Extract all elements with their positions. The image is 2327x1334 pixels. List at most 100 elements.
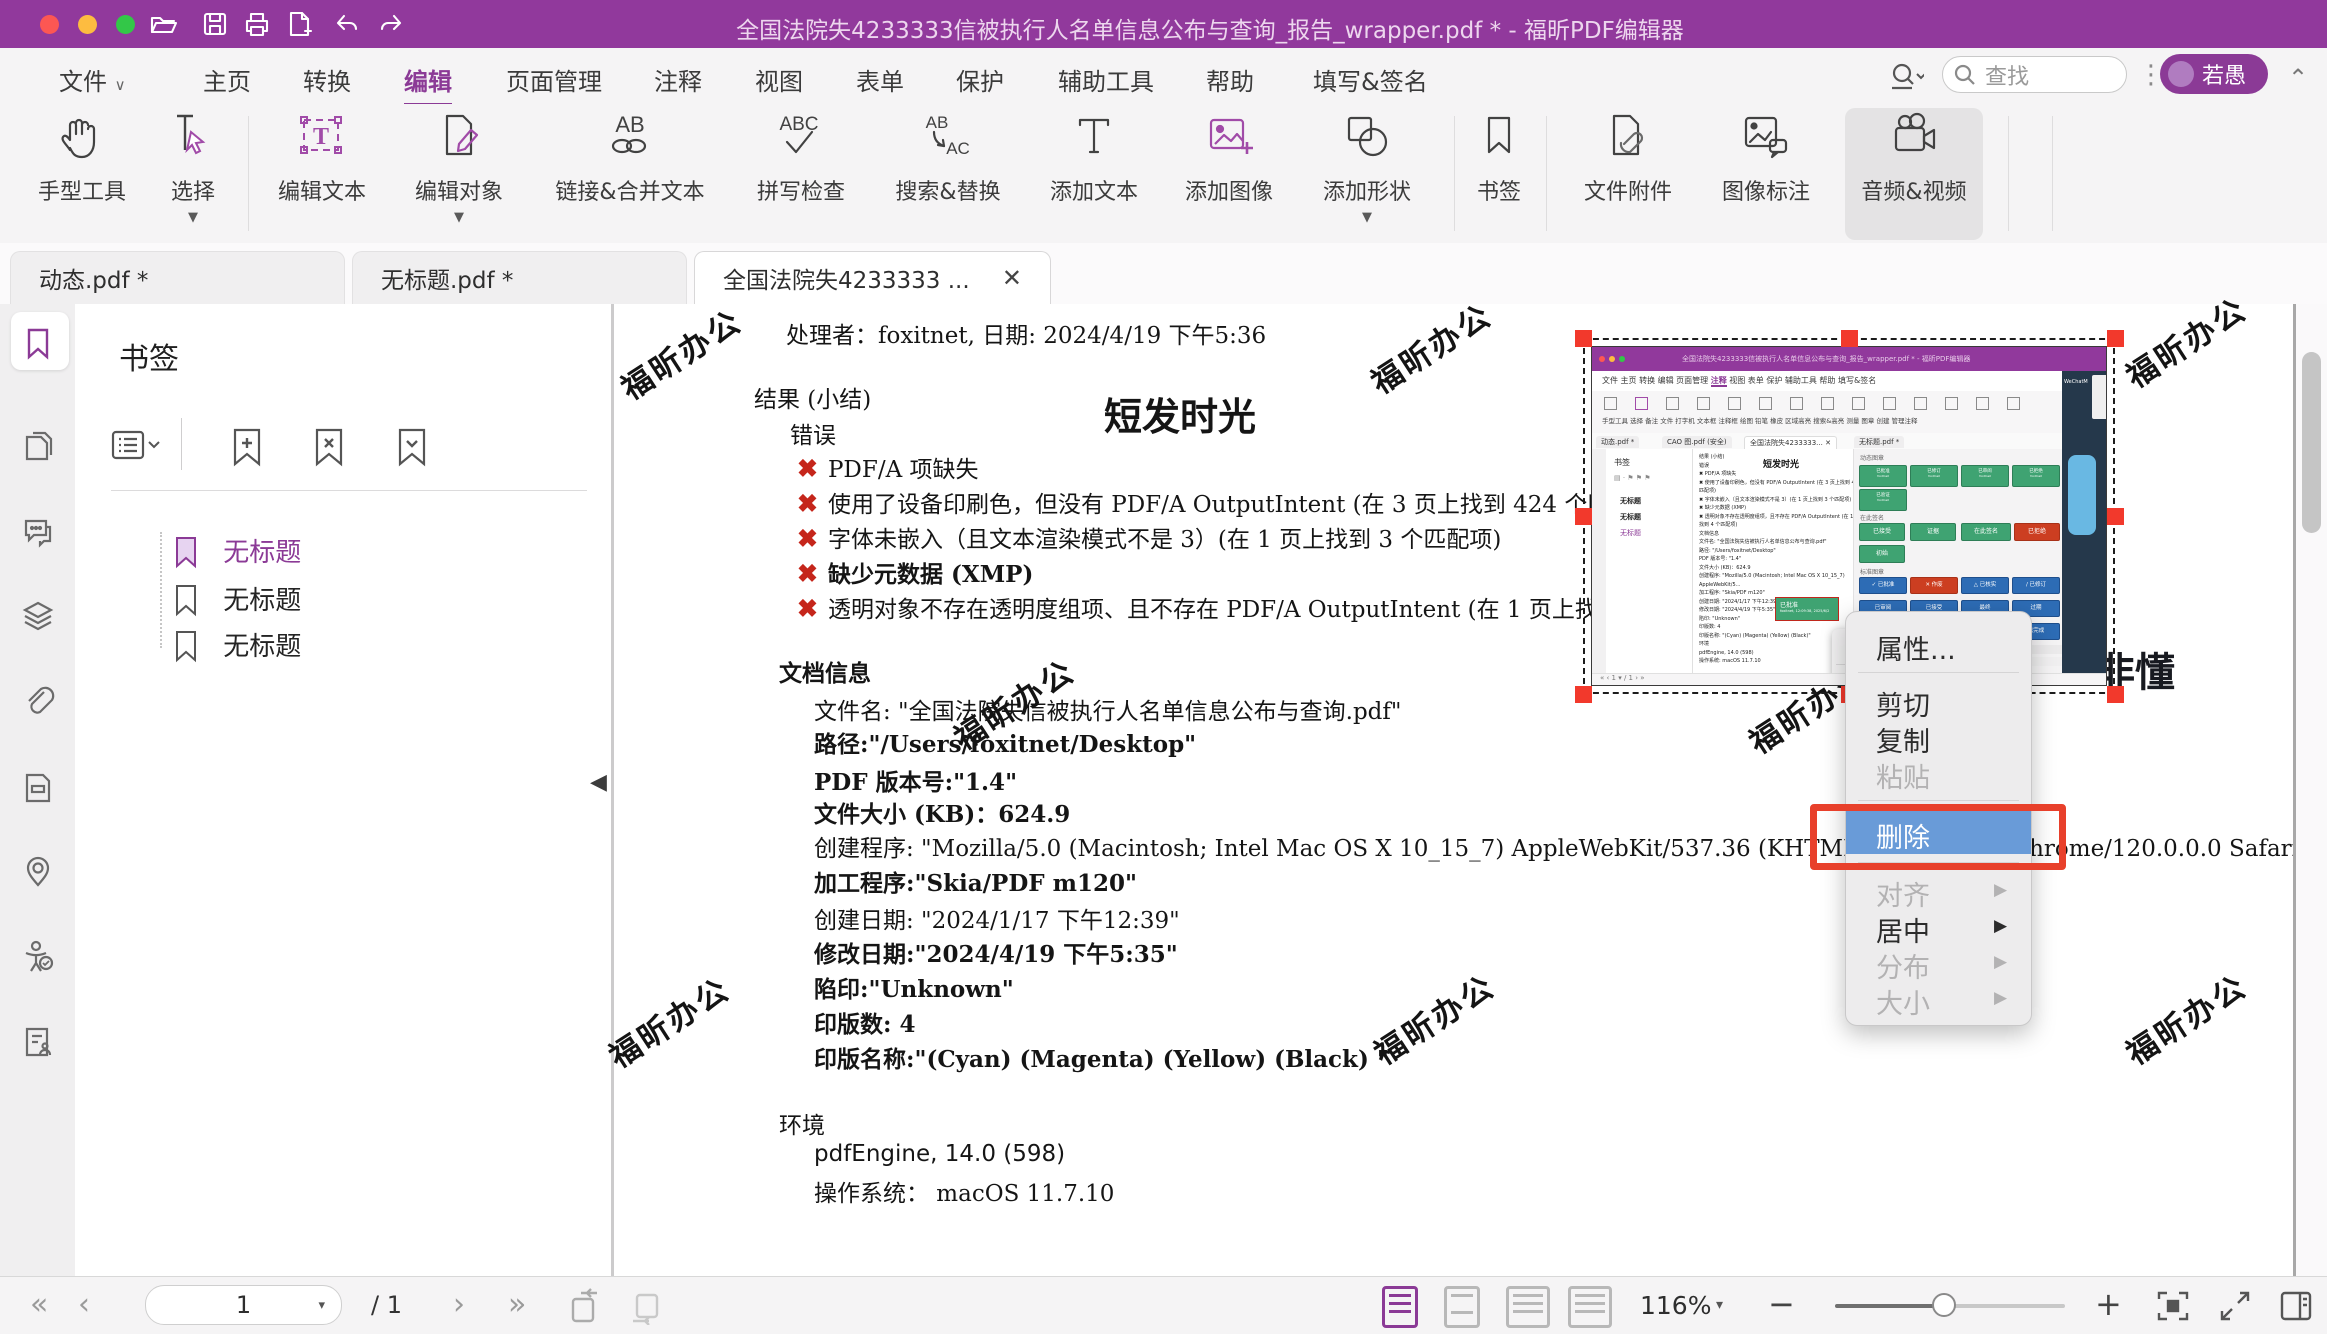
image-annotation-button[interactable]: 图像标注 xyxy=(1701,110,1831,206)
selection-handle-mid-left[interactable] xyxy=(1575,508,1592,525)
context-item-paste[interactable]: 粘贴 xyxy=(1876,756,1930,795)
edit-text-button[interactable]: T 编辑文本 xyxy=(257,110,387,206)
menu-help[interactable]: 帮助 xyxy=(1206,62,1254,97)
menu-home[interactable]: 主页 xyxy=(203,62,251,97)
add-shape-dropdown-arrow[interactable]: ▼ xyxy=(1302,210,1432,225)
prev-page-button[interactable]: ‹ xyxy=(78,1287,90,1322)
collapse-panel-arrow[interactable]: ◀ xyxy=(590,770,607,795)
spell-check-button[interactable]: ABC 拼写检查 xyxy=(736,110,866,206)
first-page-button[interactable]: « xyxy=(30,1287,48,1322)
side-panel-icon[interactable] xyxy=(2278,1289,2314,1323)
zoom-percentage[interactable]: 116% xyxy=(1640,1291,1711,1320)
close-window-button[interactable] xyxy=(40,15,59,34)
search-input-box[interactable]: 查找 xyxy=(1942,56,2127,93)
undo-icon[interactable] xyxy=(330,9,360,39)
bookmark-item-3[interactable]: 无标题 xyxy=(171,626,301,663)
bookmark-item-2[interactable]: 无标题 xyxy=(171,580,301,617)
next-page-button[interactable]: › xyxy=(453,1287,465,1322)
selection-handle-top-left[interactable] xyxy=(1575,330,1592,347)
sidebar-signature-icon[interactable] xyxy=(20,1024,56,1060)
redo-icon[interactable] xyxy=(376,9,406,39)
view-continuous-icon[interactable] xyxy=(1382,1286,1418,1328)
menu-view[interactable]: 视图 xyxy=(755,62,803,97)
zoom-in-button[interactable]: + xyxy=(2095,1285,2122,1323)
bookmark-list-options-icon[interactable] xyxy=(111,426,163,466)
add-shape-button[interactable]: 添加形状 ▼ xyxy=(1302,110,1432,225)
tab-dongtai[interactable]: 动态.pdf * xyxy=(10,251,345,304)
context-item-properties[interactable]: 属性... xyxy=(1876,628,1956,667)
select-tool-button[interactable]: 选择 ▼ xyxy=(128,110,258,225)
sidebar-accessibility-icon[interactable] xyxy=(20,939,56,975)
sidebar-pages-icon[interactable] xyxy=(20,428,56,464)
bookmark-tool-button[interactable]: 书签 xyxy=(1434,110,1564,206)
context-item-center[interactable]: 居中 xyxy=(1876,910,1930,949)
select-dropdown-arrow[interactable]: ▼ xyxy=(128,210,258,225)
selection-handle-mid-right[interactable] xyxy=(2107,508,2124,525)
menu-fill-sign[interactable]: 填写&签名 xyxy=(1313,62,1428,97)
print-icon[interactable] xyxy=(242,9,272,39)
selection-handle-bottom-right[interactable] xyxy=(2107,686,2124,703)
menu-page-manage[interactable]: 页面管理 xyxy=(506,62,602,97)
fit-page-icon[interactable] xyxy=(2155,1289,2191,1323)
zoom-dropdown-arrow[interactable]: ▾ xyxy=(1716,1297,1723,1313)
zoom-slider-track-left[interactable] xyxy=(1835,1304,1945,1308)
fullscreen-icon[interactable] xyxy=(2218,1289,2254,1323)
zoom-slider-knob[interactable] xyxy=(1932,1293,1956,1317)
sidebar-fields-icon[interactable] xyxy=(20,770,56,806)
sidebar-attachments-icon[interactable] xyxy=(20,685,56,721)
context-item-copy[interactable]: 复制 xyxy=(1876,720,1930,759)
bookmark-item-1-selected[interactable]: 无标题 xyxy=(171,532,301,569)
menu-comment[interactable]: 注释 xyxy=(654,62,702,97)
selection-handle-top-right[interactable] xyxy=(2107,330,2124,347)
expand-bookmark-icon[interactable] xyxy=(390,424,434,470)
menu-protect[interactable]: 保护 xyxy=(956,62,1004,97)
edit-object-button[interactable]: 编辑对象 ▼ xyxy=(394,110,524,225)
view-two-page-continuous-icon[interactable] xyxy=(1568,1286,1612,1328)
page-number-input[interactable]: 1 ▾ xyxy=(145,1285,342,1325)
context-item-align[interactable]: 对齐 xyxy=(1876,874,1930,913)
menu-convert[interactable]: 转换 xyxy=(303,62,351,97)
next-view-icon[interactable] xyxy=(625,1287,665,1325)
sidebar-comments-icon[interactable] xyxy=(20,513,56,549)
selection-handle-top-center[interactable] xyxy=(1841,330,1858,347)
context-item-cut[interactable]: 剪切 xyxy=(1876,684,1930,723)
collapse-toolbar-icon[interactable]: ⌃ xyxy=(2288,64,2308,92)
maximize-window-button[interactable] xyxy=(116,15,135,34)
search-settings-icon[interactable] xyxy=(1888,60,1924,92)
menu-edit[interactable]: 编辑 xyxy=(404,62,452,107)
last-page-button[interactable]: » xyxy=(508,1287,526,1322)
search-replace-button[interactable]: ABAC 搜索&替换 xyxy=(883,110,1013,206)
zoom-out-button[interactable]: − xyxy=(1768,1285,1795,1323)
sidebar-bookmark-icon[interactable] xyxy=(20,325,56,361)
add-text-button[interactable]: 添加文本 xyxy=(1029,110,1159,206)
view-two-page-icon[interactable] xyxy=(1506,1286,1550,1328)
context-item-distribute[interactable]: 分布 xyxy=(1876,946,1930,985)
open-file-icon[interactable] xyxy=(148,9,178,39)
sidebar-destinations-icon[interactable] xyxy=(20,854,56,890)
delete-bookmark-icon[interactable] xyxy=(307,424,351,470)
previous-view-icon[interactable] xyxy=(565,1287,605,1325)
menu-accessibility[interactable]: 辅助工具 xyxy=(1058,62,1154,97)
add-image-button[interactable]: 添加图像 xyxy=(1164,110,1294,206)
edit-object-dropdown-arrow[interactable]: ▼ xyxy=(394,210,524,225)
sidebar-layers-icon[interactable] xyxy=(20,599,56,635)
vertical-scrollbar-thumb[interactable] xyxy=(2302,352,2321,533)
audio-video-button[interactable]: 音频&视频 xyxy=(1849,110,1979,206)
menu-form[interactable]: 表单 xyxy=(856,62,904,97)
context-item-size[interactable]: 大小 xyxy=(1876,982,1930,1021)
tab-active-document[interactable]: 全国法院失4233333 ... ✕ xyxy=(694,251,1051,304)
selection-handle-bottom-left[interactable] xyxy=(1575,686,1592,703)
add-bookmark-icon[interactable] xyxy=(225,424,269,470)
new-document-icon[interactable] xyxy=(284,9,314,39)
close-tab-icon[interactable]: ✕ xyxy=(1002,264,1022,292)
minimize-window-button[interactable] xyxy=(78,15,97,34)
menu-file[interactable]: 文件 ∨ xyxy=(59,62,126,97)
save-icon[interactable] xyxy=(200,9,230,39)
file-attachment-button[interactable]: 文件附件 xyxy=(1563,110,1693,206)
page-dropdown-arrow[interactable]: ▾ xyxy=(318,1298,325,1313)
zoom-slider-track-right[interactable] xyxy=(1945,1304,2065,1308)
user-account-button[interactable]: 若愚 xyxy=(2160,54,2268,94)
view-single-page-icon[interactable] xyxy=(1444,1286,1480,1328)
tab-untitled[interactable]: 无标题.pdf * xyxy=(352,251,687,304)
link-join-text-button[interactable]: AB 链接&合并文本 xyxy=(544,110,716,206)
